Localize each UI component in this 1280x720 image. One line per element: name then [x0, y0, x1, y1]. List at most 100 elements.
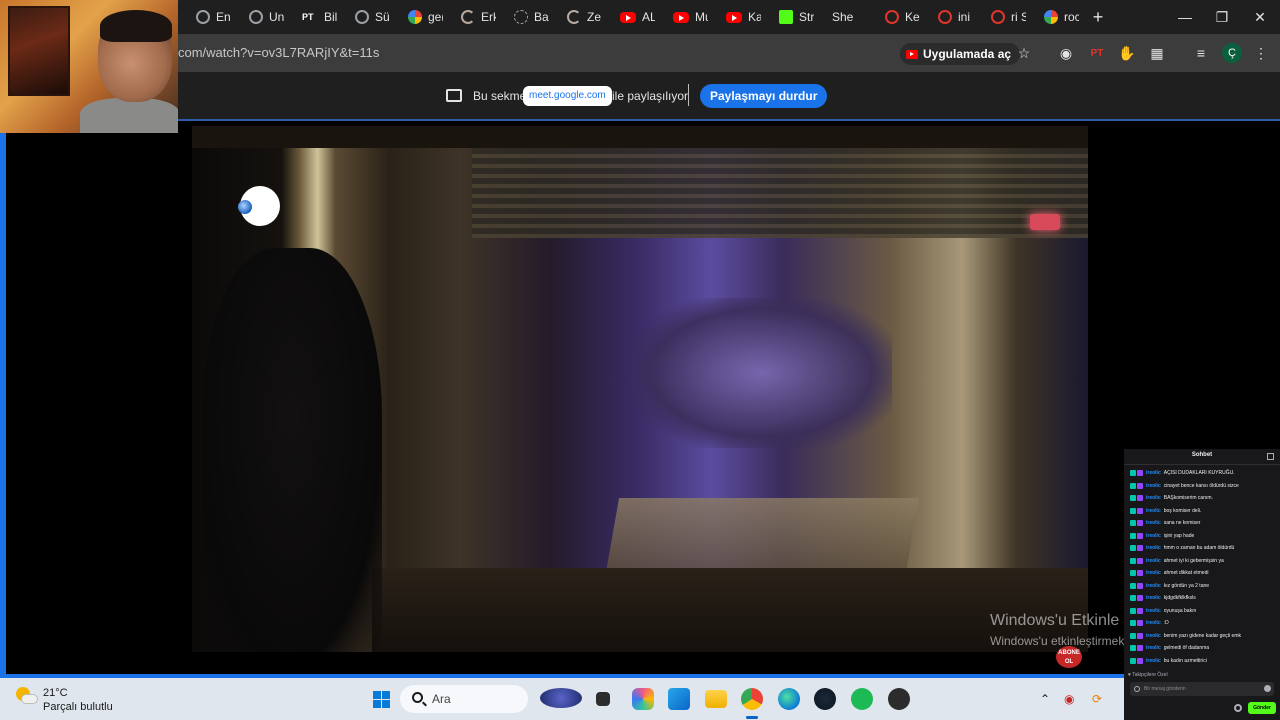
chat-message-text: kjdgdkfklkfksls [1163, 595, 1196, 601]
chat-bot-app-icon[interactable] [888, 688, 910, 710]
new-tab-button[interactable]: + [1083, 7, 1113, 28]
spotify-icon[interactable] [851, 688, 873, 710]
browser-tab[interactable]: Un [231, 0, 284, 34]
chat-panel: Sohbet ireolic AÇISI DUDAKLARI KUYRUĞU. ir… [1124, 449, 1280, 720]
browser-tab[interactable]: She [814, 0, 867, 34]
media-queue-icon[interactable]: ≡ [1192, 44, 1210, 62]
tray-status-icon[interactable]: ◉ [1064, 692, 1074, 706]
chat-popout-icon[interactable] [1267, 453, 1274, 460]
browser-tab[interactable]: Stre [761, 0, 814, 34]
emoji-icon[interactable] [1264, 685, 1271, 692]
file-explorer-icon[interactable] [705, 690, 727, 708]
chat-message-text: ahmet dikkat etmedi [1163, 570, 1209, 576]
browser-tab[interactable]: Mu [655, 0, 708, 34]
browser-tab[interactable]: Bal [496, 0, 549, 34]
close-icon[interactable]: ✕ [1241, 0, 1279, 34]
maximize-icon[interactable]: ❐ [1203, 0, 1241, 34]
chat-username[interactable]: ireolic [1146, 533, 1161, 539]
copilot-icon[interactable] [632, 688, 654, 710]
partly-cloudy-icon[interactable] [16, 687, 38, 709]
browser-tab[interactable]: ge( [390, 0, 443, 34]
browser-tab[interactable]: ri S [973, 0, 1026, 34]
browser-tab[interactable]: En [178, 0, 231, 34]
chat-username[interactable]: ireolic [1146, 633, 1161, 639]
person-shirt [80, 98, 178, 133]
chat-username[interactable]: ireolic [1146, 558, 1161, 564]
chat-username[interactable]: ireolic [1146, 483, 1161, 489]
bookmark-star-icon[interactable]: ☆ [1015, 44, 1033, 62]
open-in-app-button[interactable]: Uygulamada aç [900, 43, 1021, 65]
chat-username[interactable]: ireolic [1146, 508, 1161, 514]
tab-label: Sü; [375, 10, 390, 24]
weather-condition[interactable]: Parçalı bulutlu [43, 701, 113, 713]
video-letterbox [192, 126, 1088, 148]
chat-message-text: benim yazı gidene kadar geçti emk [1163, 632, 1241, 639]
weather-temperature[interactable]: 21°C [43, 687, 68, 699]
chat-message: ireolic benim yazı gidene kadar geçti emk [1130, 630, 1280, 642]
video-scene-sign [1030, 214, 1060, 230]
edge-icon[interactable] [778, 688, 800, 710]
chat-username[interactable]: ireolic [1146, 595, 1161, 601]
steam-icon[interactable] [814, 688, 836, 710]
browser-tab[interactable]: Ke; [867, 0, 920, 34]
chat-message-text: cinayet bence kansı öldürdü sizce [1163, 482, 1239, 489]
profile-avatar[interactable]: Ç [1222, 43, 1242, 63]
chat-message: ireolic cinayet bence kansı öldürdü sizce [1130, 480, 1280, 492]
chat-message-input[interactable]: Bir mesaj gönderin [1130, 682, 1274, 696]
chat-username[interactable]: ireolic [1146, 520, 1161, 526]
chat-username[interactable]: ireolic [1146, 470, 1161, 476]
browser-tab[interactable]: Erk [443, 0, 496, 34]
chat-title: Sohbet [1191, 452, 1213, 458]
chat-username[interactable]: ireolic [1146, 645, 1161, 651]
chrome-icon[interactable] [741, 688, 763, 710]
chat-send-button[interactable]: Gönder [1248, 702, 1276, 714]
tray-overflow-chevron-icon[interactable]: ⌃ [1040, 692, 1050, 706]
pt-extension-icon[interactable]: PT [1088, 44, 1106, 62]
moderator-badge-icon [1130, 545, 1136, 551]
minimize-icon[interactable]: — [1166, 0, 1204, 34]
browser-tab[interactable]: ini [920, 0, 973, 34]
taskbar-search[interactable]: Ara [400, 685, 528, 713]
chat-message-text: ahmet iyi ki gebermişsin ya [1163, 557, 1224, 564]
bits-icon[interactable] [1134, 686, 1140, 692]
subscriber-badge-icon [1137, 582, 1143, 589]
chat-username[interactable]: ireolic [1146, 545, 1161, 551]
google-favicon-icon [408, 10, 422, 24]
windows-taskbar: 21°C Parçalı bulutlu Ara ⌃ ◉ ⟳ [0, 678, 1124, 720]
menu-icon[interactable]: ⋮ [1252, 44, 1270, 62]
puzzle-extensions-icon[interactable]: ▦ [1148, 44, 1166, 62]
browser-tab[interactable]: Sü; [337, 0, 390, 34]
subscriber-badge-icon [1137, 507, 1143, 514]
browser-tab[interactable]: Ze; [549, 0, 602, 34]
earth-app-icon[interactable] [540, 688, 582, 708]
browser-tab[interactable]: AL/ [602, 0, 655, 34]
chat-username[interactable]: ireolic [1146, 495, 1161, 501]
hand-extension-icon[interactable]: ✋ [1118, 44, 1136, 62]
windows-activation-watermark: Windows'u Etkinle [990, 612, 1120, 629]
browser-tab[interactable]: Kar [708, 0, 761, 34]
stop-sharing-button[interactable]: Paylaşmayı durdur [700, 84, 828, 108]
chat-message-text: bu kadın azmettirici [1163, 657, 1207, 664]
chat-message: ireolic kjdgdkfklkfksls [1130, 592, 1280, 604]
chat-username[interactable]: ireolic [1146, 658, 1161, 664]
chat-message-text: kız gördün ya 2 tane [1163, 582, 1210, 589]
wall-painting [8, 6, 70, 96]
extension-circle-icon[interactable]: ◉ [1057, 44, 1075, 62]
chat-username[interactable]: ireolic [1146, 608, 1161, 614]
browser-tab[interactable]: roc [1026, 0, 1079, 34]
outlook-icon[interactable] [668, 688, 690, 710]
browser-tab[interactable]: PT Bili [284, 0, 337, 34]
start-button[interactable] [373, 691, 390, 708]
chat-message-text: oyunuşa bakın [1163, 607, 1197, 614]
chat-settings-gear-icon[interactable] [1234, 704, 1242, 712]
globe-favicon-icon [196, 10, 210, 24]
url-field[interactable]: com/watch?v=ov3L7RARjIY&t=11s [178, 45, 379, 60]
subscriber-badge-icon [1137, 557, 1143, 564]
chat-username[interactable]: ireolic [1146, 620, 1161, 626]
task-view-icon[interactable] [596, 692, 610, 706]
subscribe-badge[interactable]: ABONE OL [1056, 646, 1082, 668]
tray-update-icon[interactable]: ⟳ [1092, 692, 1102, 706]
chat-username[interactable]: ireolic [1146, 583, 1161, 589]
video-player[interactable] [192, 148, 1088, 652]
chat-username[interactable]: ireolic [1146, 570, 1161, 576]
